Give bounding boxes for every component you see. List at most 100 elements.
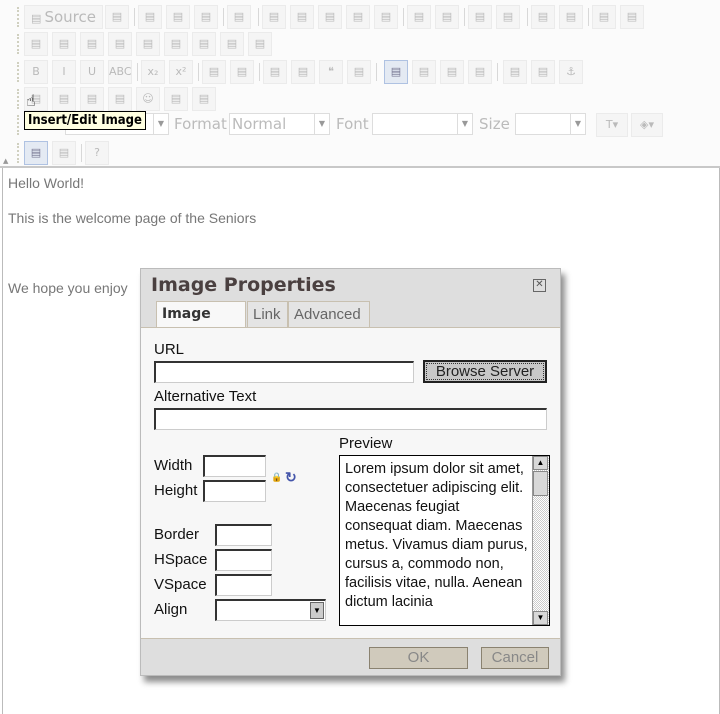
print-icon: ▤ <box>413 10 425 23</box>
document-properties-button[interactable]: ▤ <box>105 5 129 29</box>
link-button[interactable]: ▤ <box>503 60 527 84</box>
border-input[interactable] <box>215 524 272 546</box>
align-left-button[interactable]: ▤ <box>384 60 408 84</box>
outdent-button[interactable]: ▤ <box>263 60 287 84</box>
smiley-icon: ☺ <box>142 92 154 105</box>
align-select[interactable]: ▼ <box>215 599 326 621</box>
font-combo[interactable]: ▼ <box>372 113 473 135</box>
close-icon[interactable]: ✕ <box>533 279 546 292</box>
image-button-button[interactable]: ▤ <box>220 32 244 56</box>
height-input[interactable] <box>203 480 266 502</box>
div-button[interactable]: ▤ <box>347 60 371 84</box>
templates-icon: ▤ <box>233 10 245 23</box>
bold-button[interactable]: B <box>24 60 48 84</box>
select-button[interactable]: ▤ <box>164 32 188 56</box>
url-input[interactable] <box>154 361 414 383</box>
align-center-button[interactable]: ▤ <box>412 60 436 84</box>
underline-button[interactable]: U <box>80 60 104 84</box>
undo-button[interactable]: ▤ <box>468 5 492 29</box>
chevron-down-icon: ▼ <box>570 114 585 134</box>
format-label: Format <box>174 115 227 133</box>
indent-button[interactable]: ▤ <box>291 60 315 84</box>
paste-word-button[interactable]: ▤ <box>374 5 398 29</box>
ok-button[interactable]: OK <box>369 647 468 669</box>
document-properties-icon: ▤ <box>111 10 123 23</box>
special-char-button[interactable]: ▤ <box>164 87 188 111</box>
toolbar-separator <box>258 8 259 26</box>
alt-text-input[interactable] <box>154 408 547 430</box>
background-color-button[interactable]: ◈▾ <box>631 113 663 137</box>
editor-toolbar: ▤ Source ▤ ▤ ▤ ▤ ▤ ▤ ▤ ▤ ▤ ▤ ▤ ▤ ▤ ▤ ▤ ▤ ▤ ▤ ▤ ▤ ▤ ▤ ▤ ▤ ▤ ▤ ▤ B I U ABC… <box>0 0 720 168</box>
checkbox-button[interactable]: ▤ <box>52 32 76 56</box>
page-break-button[interactable]: ▤ <box>192 87 216 111</box>
dialog-title: Image Properties <box>151 274 336 296</box>
source-button[interactable]: ▤ Source <box>24 5 103 29</box>
radio-button[interactable]: ▤ <box>80 32 104 56</box>
text-color-button[interactable]: T▾ <box>596 113 628 137</box>
unlink-button[interactable]: ▤ <box>531 60 555 84</box>
bulleted-list-button[interactable]: ▤ <box>230 60 254 84</box>
collapse-toolbar-icon[interactable]: ▲ <box>3 157 8 165</box>
hidden-field-button[interactable]: ▤ <box>248 32 272 56</box>
smiley-button[interactable]: ☺ <box>136 87 160 111</box>
reset-size-icon[interactable]: ↻ <box>285 469 297 486</box>
justify-button[interactable]: ▤ <box>468 60 492 84</box>
hand-cursor-icon: ☝ <box>26 91 36 110</box>
superscript-button[interactable]: x² <box>169 60 193 84</box>
lock-ratio-icon[interactable]: 🔒 <box>271 472 282 483</box>
show-blocks-button[interactable]: ▤ <box>52 141 76 165</box>
table-button[interactable]: ▤ <box>80 87 104 111</box>
horizontal-rule-button[interactable]: ▤ <box>108 87 132 111</box>
templates-button[interactable]: ▤ <box>227 5 251 29</box>
align-right-button[interactable]: ▤ <box>440 60 464 84</box>
width-input[interactable] <box>203 455 266 477</box>
hspace-input[interactable] <box>215 549 272 571</box>
select-all-button[interactable]: ▤ <box>592 5 616 29</box>
copy-button[interactable]: ▤ <box>290 5 314 29</box>
button-button[interactable]: ▤ <box>192 32 216 56</box>
subscript-button[interactable]: x₂ <box>141 60 165 84</box>
tab-advanced[interactable]: Advanced <box>288 301 370 327</box>
tab-link[interactable]: Link <box>247 301 288 327</box>
scroll-down-icon[interactable]: ▼ <box>533 611 548 625</box>
browse-server-button[interactable]: Browse Server <box>423 360 547 383</box>
dialog-body: URL Browse Server Alternative Text Width… <box>141 327 560 639</box>
form-button[interactable]: ▤ <box>24 32 48 56</box>
paste-button[interactable]: ▤ <box>318 5 342 29</box>
paste-text-button[interactable]: ▤ <box>346 5 370 29</box>
remove-format-button[interactable]: ▤ <box>620 5 644 29</box>
strikethrough-button[interactable]: ABC <box>108 60 132 84</box>
toolbar-separator <box>527 8 528 26</box>
anchor-button[interactable]: ⚓ <box>559 60 583 84</box>
numbered-list-button[interactable]: ▤ <box>202 60 226 84</box>
hidden-field-icon: ▤ <box>254 37 266 50</box>
vspace-input[interactable] <box>215 574 272 596</box>
subscript-icon: x₂ <box>147 65 159 78</box>
tab-image-info[interactable]: Image Info <box>156 301 246 347</box>
cut-button[interactable]: ▤ <box>262 5 286 29</box>
textarea-button[interactable]: ▤ <box>136 32 160 56</box>
new-page-button[interactable]: ▤ <box>166 5 190 29</box>
spellcheck-button[interactable]: ▤ <box>435 5 459 29</box>
select-all-icon: ▤ <box>598 10 610 23</box>
flash-button[interactable]: ▤ <box>52 87 76 111</box>
size-combo[interactable]: ▼ <box>515 113 586 135</box>
about-button[interactable]: ? <box>85 141 109 165</box>
text-field-button[interactable]: ▤ <box>108 32 132 56</box>
preview-button[interactable]: ▤ <box>194 5 218 29</box>
italic-button[interactable]: I <box>52 60 76 84</box>
remove-format-icon: ▤ <box>626 10 638 23</box>
redo-button[interactable]: ▤ <box>496 5 520 29</box>
scroll-thumb[interactable] <box>533 471 548 496</box>
cancel-button[interactable]: Cancel <box>481 647 549 669</box>
replace-button[interactable]: ▤ <box>559 5 583 29</box>
maximize-button[interactable]: ▤ <box>24 141 48 165</box>
save-button[interactable]: ▤ <box>138 5 162 29</box>
preview-scrollbar[interactable]: ▲ ▼ <box>532 456 549 625</box>
print-button[interactable]: ▤ <box>407 5 431 29</box>
blockquote-button[interactable]: ❝ <box>319 60 343 84</box>
toolbar-separator <box>588 8 589 26</box>
format-combo[interactable]: Normal ▼ <box>229 113 330 135</box>
scroll-up-icon[interactable]: ▲ <box>533 456 548 470</box>
find-button[interactable]: ▤ <box>531 5 555 29</box>
